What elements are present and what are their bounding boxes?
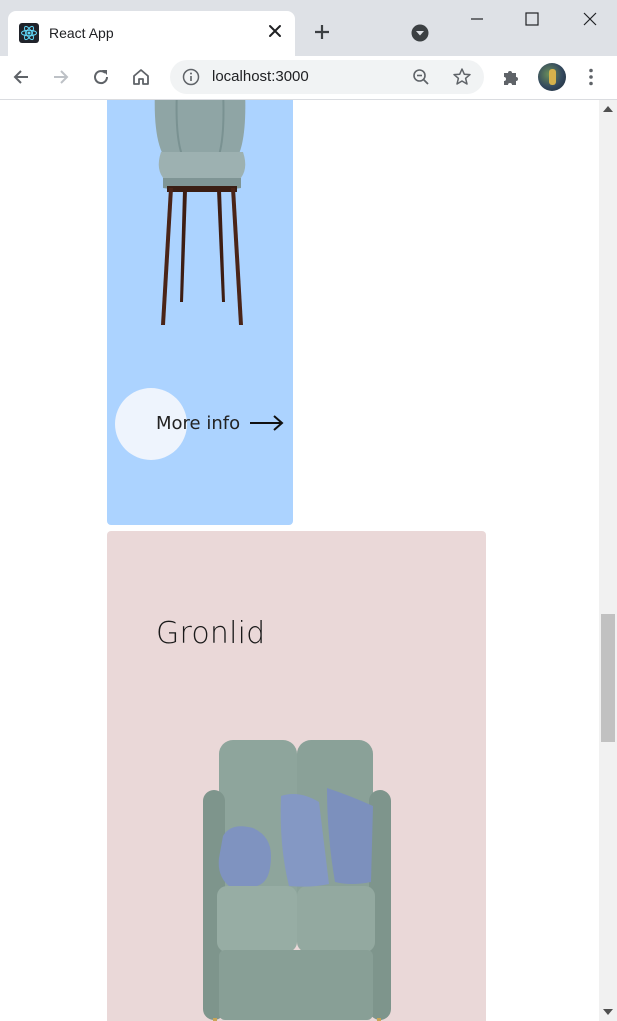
chevron-down-circle-icon[interactable] <box>411 24 429 42</box>
plus-icon[interactable] <box>312 22 332 42</box>
vertical-scrollbar[interactable] <box>599 100 617 1021</box>
scroll-up-arrow-icon[interactable] <box>603 106 613 112</box>
tab-title: React App <box>49 25 114 41</box>
product-card[interactable]: More info <box>107 100 293 525</box>
minimize-icon[interactable] <box>468 10 486 28</box>
chair-image <box>154 100 246 325</box>
star-icon[interactable] <box>452 67 472 87</box>
reload-icon[interactable] <box>90 66 112 88</box>
window-close-icon[interactable] <box>581 10 599 28</box>
product-card[interactable]: Gronlid <box>107 531 486 1021</box>
home-icon[interactable] <box>130 66 152 88</box>
close-icon[interactable] <box>266 22 284 40</box>
browser-tab[interactable]: React App <box>8 11 295 56</box>
zoom-out-icon[interactable] <box>412 68 430 86</box>
react-logo-icon <box>19 23 39 43</box>
scroll-thumb[interactable] <box>601 614 615 742</box>
arrow-left-icon[interactable] <box>10 66 32 88</box>
sofa-image <box>203 740 391 1021</box>
more-info-link[interactable]: More info <box>156 413 240 434</box>
address-bar[interactable]: localhost:3000 <box>170 60 484 94</box>
puzzle-icon[interactable] <box>500 66 522 88</box>
info-icon[interactable] <box>182 68 200 86</box>
arrow-right-icon[interactable] <box>249 414 285 432</box>
url-text[interactable]: localhost:3000 <box>212 68 309 85</box>
product-title: Gronlid <box>156 616 266 651</box>
scroll-down-arrow-icon[interactable] <box>603 1009 613 1015</box>
tab-strip: React App <box>0 0 617 56</box>
maximize-icon[interactable] <box>523 10 541 28</box>
arrow-right-icon[interactable] <box>50 66 72 88</box>
page-viewport: More info Gronlid <box>0 100 599 1021</box>
browser-toolbar: localhost:3000 <box>0 56 617 100</box>
kebab-menu-icon[interactable] <box>580 66 602 88</box>
profile-avatar[interactable] <box>538 63 566 91</box>
